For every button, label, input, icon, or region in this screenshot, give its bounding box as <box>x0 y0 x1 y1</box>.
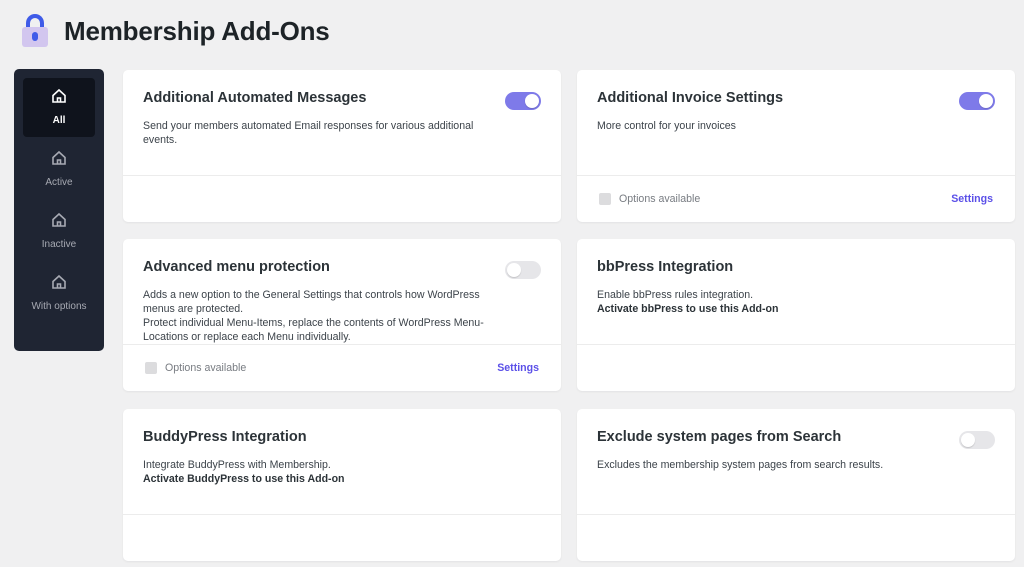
page-header: Membership Add-Ons <box>22 14 330 48</box>
addon-footer <box>577 515 1015 561</box>
addon-footer <box>577 345 1015 391</box>
home-icon <box>51 212 67 238</box>
home-icon <box>51 88 67 114</box>
addon-description: Enable bbPress rules integration. Activat… <box>597 288 957 316</box>
options-icon <box>599 193 611 205</box>
addon-card: bbPress Integration Enable bbPress rules … <box>577 239 1015 391</box>
sidebar-item-label: With options <box>31 300 87 312</box>
home-icon <box>51 150 67 176</box>
sidebar-item-label: Inactive <box>41 238 77 250</box>
settings-link[interactable]: Settings <box>497 362 539 374</box>
filter-sidebar: All Active Inactive With options <box>14 69 104 351</box>
addon-footer: Options available Settings <box>123 345 561 391</box>
addon-footer: Options available Settings <box>577 176 1015 222</box>
sidebar-item-all[interactable]: All <box>23 78 95 137</box>
addon-title: Advanced menu protection <box>143 259 330 275</box>
sidebar-item-inactive[interactable]: Inactive <box>23 202 95 261</box>
addon-description: More control for your invoices <box>597 120 736 132</box>
addon-card: Exclude system pages from Search Excludes… <box>577 409 1015 561</box>
addon-title: Exclude system pages from Search <box>597 429 842 445</box>
addon-card: BuddyPress Integration Integrate BuddyPre… <box>123 409 561 561</box>
addon-description: Excludes the membership system pages fro… <box>597 459 884 471</box>
sidebar-item-label: All <box>52 114 66 126</box>
addon-description: Integrate BuddyPress with Membership. Act… <box>143 458 503 486</box>
page-title: Membership Add-Ons <box>64 15 330 46</box>
addon-card: Additional Automated Messages Send your m… <box>123 70 561 222</box>
addon-toggle[interactable] <box>959 92 995 110</box>
addon-description: Send your members automated Email respon… <box>143 120 474 146</box>
addon-title: Additional Invoice Settings <box>597 90 784 106</box>
addon-title: Additional Automated Messages <box>143 90 367 106</box>
addon-description: Adds a new option to the General Setting… <box>143 289 484 343</box>
settings-link[interactable]: Settings <box>951 193 993 205</box>
options-icon <box>145 362 157 374</box>
addon-footer <box>123 176 561 222</box>
lock-icon <box>22 14 48 48</box>
addon-title: bbPress Integration <box>597 259 734 275</box>
options-available-label: Options available <box>619 193 701 205</box>
sidebar-item-with-options[interactable]: With options <box>23 264 95 323</box>
addon-card: Additional Invoice Settings More control … <box>577 70 1015 222</box>
options-available-label: Options available <box>165 362 247 374</box>
sidebar-item-active[interactable]: Active <box>23 140 95 199</box>
addon-toggle[interactable] <box>505 92 541 110</box>
sidebar-item-label: Active <box>45 176 73 188</box>
addon-toggle[interactable] <box>959 431 995 449</box>
addon-footer <box>123 515 561 561</box>
addon-requirement-note: Activate bbPress to use this Add-on <box>597 303 779 315</box>
addon-toggle[interactable] <box>505 261 541 279</box>
addon-title: BuddyPress Integration <box>143 429 307 445</box>
addon-requirement-note: Activate BuddyPress to use this Add-on <box>143 473 345 485</box>
addon-card: Advanced menu protection Adds a new optio… <box>123 239 561 391</box>
home-icon <box>51 274 67 300</box>
